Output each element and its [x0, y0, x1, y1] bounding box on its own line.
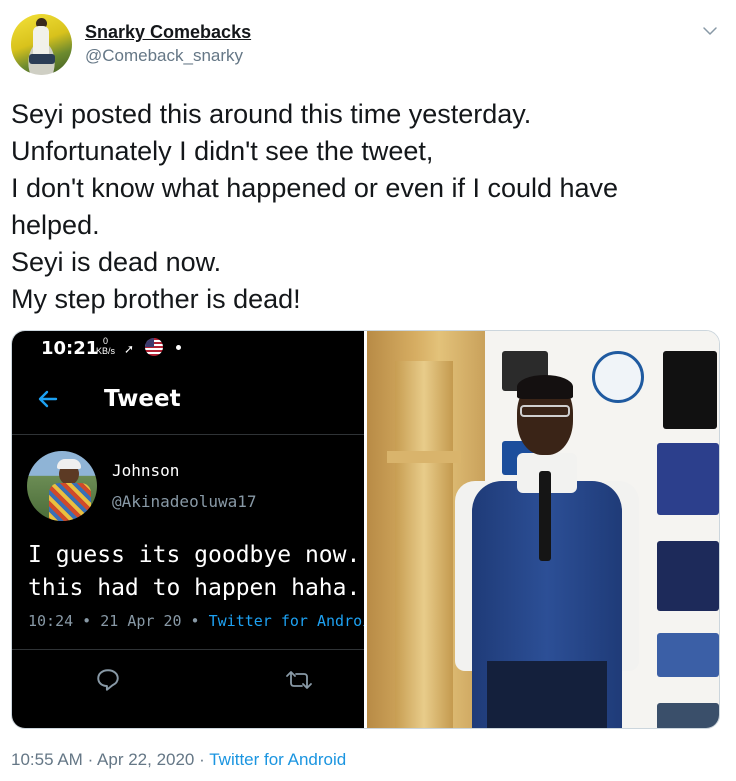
meta-separator: ·	[87, 750, 94, 769]
tweet-line: helped.	[11, 210, 100, 240]
arrow-left-icon[interactable]	[36, 387, 60, 411]
tweet-line: Unfortunately I didn't see the tweet,	[11, 136, 434, 166]
media-screenshot[interactable]: 10:21 0 KB/s ➚ Tweet Johnson @Akinadeolu…	[12, 331, 364, 728]
photo-glasses	[520, 405, 570, 417]
screenshot-tweet-line: this had to happen haha...bye	[28, 575, 364, 601]
screenshot-tweet-body: I guess its goodbye now...no c this had …	[28, 539, 364, 605]
network-speed-value: 0	[103, 336, 109, 346]
network-speed-unit: KB/s	[96, 346, 116, 356]
screenshot-source-link[interactable]: Twitter for Android	[209, 612, 364, 630]
media-photo[interactable]	[367, 331, 719, 728]
photo-pillar-cap	[387, 451, 461, 463]
photo-hair	[517, 375, 573, 399]
sponsor-logo	[663, 351, 717, 429]
sponsor-logo	[657, 633, 719, 677]
navigation-icon: ➚	[124, 342, 135, 356]
meta-separator: ·	[199, 750, 205, 769]
status-time: 10:21	[41, 338, 99, 359]
flag-icon	[145, 338, 163, 356]
photo-tie	[539, 471, 551, 561]
network-speed: 0 KB/s	[96, 336, 115, 356]
divider	[12, 649, 364, 650]
tweet-line: Seyi posted this around this time yester…	[11, 99, 532, 129]
reply-icon[interactable]	[95, 667, 121, 693]
author-name[interactable]: Snarky Comebacks	[85, 22, 251, 43]
author-handle[interactable]: @Comeback_snarky	[85, 46, 243, 66]
photo-pillar	[395, 361, 453, 728]
screenshot-timestamp: 10:24 • 21 Apr 20 •	[28, 612, 209, 630]
tweet-line: Seyi is dead now.	[11, 247, 222, 277]
tweet-date[interactable]: Apr 22, 2020	[97, 750, 194, 769]
tweet-line: I don't know what happened or even if I …	[11, 173, 619, 203]
screenshot-tweet-meta: 10:24 • 21 Apr 20 • Twitter for Android	[28, 612, 364, 630]
tweet-line: My step brother is dead!	[11, 284, 301, 314]
screenshot-tweet-line: I guess its goodbye now...no c	[28, 542, 364, 568]
divider	[12, 434, 364, 435]
sponsor-logo	[657, 443, 719, 515]
author-avatar[interactable]	[11, 14, 72, 75]
tweet-footer: 10:55 AM · Apr 22, 2020 · Twitter for An…	[11, 750, 346, 770]
notification-dot-icon	[176, 345, 181, 350]
retweet-icon[interactable]	[285, 667, 313, 693]
tweet-time[interactable]: 10:55 AM	[11, 750, 83, 769]
screen-title: Tweet	[104, 386, 181, 412]
tweet-media: 10:21 0 KB/s ➚ Tweet Johnson @Akinadeolu…	[11, 330, 720, 729]
user-handle[interactable]: @Akinadeoluwa17	[112, 492, 257, 511]
sponsor-logo	[657, 703, 719, 728]
photo-trousers	[487, 661, 607, 728]
tweet-header: Snarky Comebacks @Comeback_snarky	[11, 13, 725, 77]
tweet-text: Seyi posted this around this time yester…	[11, 96, 721, 318]
user-avatar[interactable]	[27, 451, 97, 521]
sponsor-logo	[592, 351, 644, 403]
tweet-source-link[interactable]: Twitter for Android	[209, 750, 346, 769]
user-name[interactable]: Johnson	[112, 461, 179, 480]
chevron-down-icon[interactable]	[701, 22, 719, 40]
sponsor-logo	[657, 541, 719, 611]
